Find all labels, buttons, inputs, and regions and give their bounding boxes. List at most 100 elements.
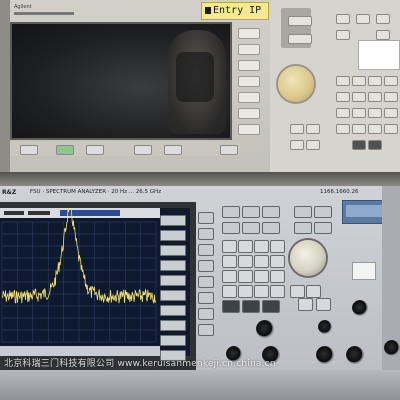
meas-key[interactable]	[294, 222, 312, 234]
sg-arrow-up[interactable]	[306, 140, 320, 150]
side-key-6[interactable]	[198, 292, 214, 304]
sg-lower-button-6[interactable]	[220, 145, 238, 155]
sg-key-4[interactable]	[336, 92, 350, 102]
sg-softkey-7[interactable]	[238, 124, 260, 135]
sg-softkey-5[interactable]	[238, 92, 260, 103]
sg-softkey-6[interactable]	[238, 108, 260, 119]
fsu-key-9[interactable]	[254, 240, 269, 253]
sg-softkey-2[interactable]	[238, 44, 260, 55]
sg-arrow-left[interactable]	[290, 124, 304, 134]
sg-key-dot[interactable]	[352, 124, 366, 134]
sg-key-2[interactable]	[352, 108, 366, 118]
sg-lower-button-2[interactable]	[56, 145, 74, 155]
fsu-key-1[interactable]	[222, 270, 237, 283]
sg-key-d[interactable]	[356, 14, 370, 24]
fsu-key-ghz[interactable]	[270, 240, 285, 253]
analyzer-softkey-7[interactable]	[160, 305, 186, 316]
rack-rail	[0, 0, 10, 172]
fsu-key-hz[interactable]	[270, 285, 285, 298]
sg-key-bottom-2[interactable]	[368, 140, 382, 150]
analyzer-softkey-5[interactable]	[160, 275, 186, 286]
sg-key-g[interactable]	[376, 30, 390, 40]
analyzer-softkey-1[interactable]	[160, 215, 186, 226]
ampt-key[interactable]	[262, 206, 280, 218]
sg-lower-button-5[interactable]	[164, 145, 182, 155]
sg-softkey-4[interactable]	[238, 76, 260, 87]
sg-key-f[interactable]	[336, 30, 350, 40]
sg-key-e[interactable]	[376, 14, 390, 24]
sg-lower-button-3[interactable]	[86, 145, 104, 155]
side-key-2[interactable]	[198, 228, 214, 240]
sg-key-5[interactable]	[352, 92, 366, 102]
fsu-key-7[interactable]	[222, 240, 237, 253]
trig-key[interactable]	[314, 222, 332, 234]
mkr-key[interactable]	[222, 222, 240, 234]
fsu-enter-key[interactable]	[242, 300, 260, 313]
fsu-key-3[interactable]	[254, 270, 269, 283]
instrument-foot-strip	[0, 370, 400, 400]
side-key-7[interactable]	[198, 308, 214, 320]
sg-key-units-1[interactable]	[384, 76, 398, 86]
sg-lower-button-1[interactable]	[20, 145, 38, 155]
sg-arrow-right[interactable]	[306, 124, 320, 134]
analyzer-softkey-9[interactable]	[160, 335, 186, 346]
sg-key-b[interactable]	[288, 34, 312, 44]
span-key[interactable]	[242, 206, 260, 218]
fsu-key-6[interactable]	[254, 255, 269, 268]
rf-input-connector	[352, 300, 368, 316]
fsu-key-0[interactable]	[222, 285, 237, 298]
sg-key-minus[interactable]	[368, 124, 382, 134]
sg-lower-button-4[interactable]	[134, 145, 152, 155]
analyzer-softkey-8[interactable]	[160, 320, 186, 331]
sg-key-units-4[interactable]	[384, 124, 398, 134]
analyzer-softkey-2[interactable]	[160, 230, 186, 241]
side-key-5[interactable]	[198, 276, 214, 288]
analyzer-softkey-6[interactable]	[160, 290, 186, 301]
fsu-key-dot[interactable]	[238, 285, 253, 298]
fsu-esc-key[interactable]	[222, 300, 240, 313]
bw-key[interactable]	[294, 206, 312, 218]
analyzer-softkey-4[interactable]	[160, 260, 186, 271]
side-key-8[interactable]	[198, 324, 214, 336]
fsu-key-5[interactable]	[238, 255, 253, 268]
sg-rotary-knob[interactable]	[278, 66, 314, 102]
mkr-fctn-key[interactable]	[262, 222, 280, 234]
fsu-key-mhz[interactable]	[270, 255, 285, 268]
fsu-key-khz[interactable]	[270, 270, 285, 283]
sg-key-9[interactable]	[368, 76, 382, 86]
sg-key-8[interactable]	[352, 76, 366, 86]
fsu-arrow-up[interactable]	[316, 298, 331, 311]
sg-key-units-2[interactable]	[384, 92, 398, 102]
sg-arrow-down[interactable]	[290, 140, 304, 150]
sg-key-units-3[interactable]	[384, 108, 398, 118]
analyzer-softkey-3[interactable]	[160, 245, 186, 256]
fsu-back-key[interactable]	[262, 300, 280, 313]
watermark-text: 北京科瑞三门科技有限公司 www.keruisanmenkeji.cn.chin…	[4, 359, 276, 369]
freq-key[interactable]	[222, 206, 240, 218]
mkr-arrow-key[interactable]	[242, 222, 260, 234]
side-key-1[interactable]	[198, 212, 214, 224]
sg-softkey-1[interactable]	[238, 28, 260, 39]
sg-key-7[interactable]	[336, 76, 350, 86]
sg-key-1[interactable]	[336, 108, 350, 118]
fsu-key-2[interactable]	[238, 270, 253, 283]
fsu-key-minus[interactable]	[254, 285, 269, 298]
sg-key-c[interactable]	[336, 14, 350, 24]
sg-softkey-3[interactable]	[238, 60, 260, 71]
sg-key-bottom-1[interactable]	[352, 140, 366, 150]
sg-key-a[interactable]	[288, 16, 312, 26]
fsu-arrow-left[interactable]	[290, 285, 305, 298]
side-key-4[interactable]	[198, 260, 214, 272]
sweep-key[interactable]	[314, 206, 332, 218]
probe-power-connector	[318, 320, 332, 334]
fsu-arrow-down[interactable]	[298, 298, 313, 311]
setting-readout-2	[28, 211, 50, 215]
sg-key-6[interactable]	[368, 92, 382, 102]
analyzer-rotary-knob[interactable]	[290, 240, 326, 276]
fsu-key-8[interactable]	[238, 240, 253, 253]
fsu-arrow-right[interactable]	[306, 285, 321, 298]
fsu-key-4[interactable]	[222, 255, 237, 268]
sg-key-0[interactable]	[336, 124, 350, 134]
sg-key-3[interactable]	[368, 108, 382, 118]
side-key-3[interactable]	[198, 244, 214, 256]
